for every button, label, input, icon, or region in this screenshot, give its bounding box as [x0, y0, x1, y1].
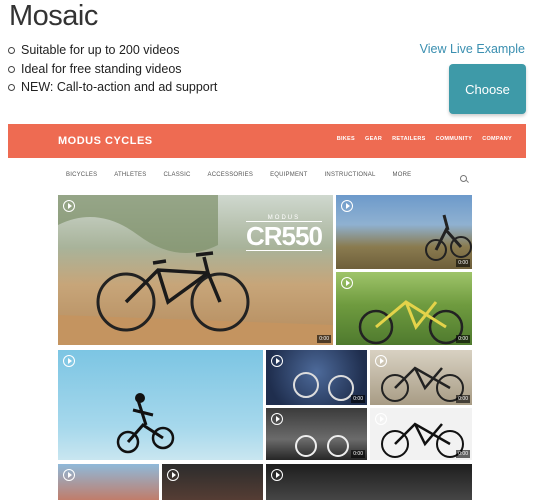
play-icon	[271, 355, 283, 367]
video-duration: 0:00	[456, 335, 470, 343]
preview-nav-item: COMPANY	[482, 136, 512, 142]
preview-sub-nav: BICYCLES ATHLETES CLASSIC ACCESSORIES EQ…	[66, 172, 411, 178]
video-duration: 0:00	[456, 395, 470, 403]
play-icon	[375, 355, 387, 367]
bullet-icon	[8, 47, 15, 54]
video-tile	[58, 464, 159, 500]
page-title: Mosaic	[9, 0, 98, 32]
play-icon	[271, 469, 283, 481]
video-tile: 0:00	[370, 408, 472, 460]
play-icon	[167, 469, 179, 481]
preview-subnav-item: CLASSIC	[163, 172, 191, 178]
video-tile	[58, 350, 263, 460]
bike-illustration	[358, 300, 464, 345]
play-icon	[63, 355, 75, 367]
preview-top-nav: BIKES GEAR RETAILERS COMMUNITY COMPANY	[337, 136, 512, 142]
view-live-example-link[interactable]: View Live Example	[420, 42, 525, 56]
preview-brand: MODUS CYCLES	[58, 135, 153, 147]
template-preview-image: MODUS CYCLES BIKES GEAR RETAILERS COMMUN…	[8, 124, 526, 500]
play-icon	[63, 469, 75, 481]
feature-item: NEW: Call-to-action and ad support	[8, 78, 217, 97]
preview-subnav-item: ATHLETES	[114, 172, 147, 178]
video-duration: 0:00	[456, 450, 470, 458]
video-tile: 0:00	[266, 350, 367, 405]
preview-nav-item: COMMUNITY	[435, 136, 473, 142]
feature-list: Suitable for up to 200 videos Ideal for …	[8, 41, 217, 97]
play-icon	[341, 200, 353, 212]
video-tile	[162, 464, 263, 500]
bike-illustration	[425, 214, 472, 261]
hero-overlay-logo: MODUS CR550	[246, 215, 323, 251]
preview-nav-item: GEAR	[365, 136, 383, 142]
preview-subnav-item: MORE	[392, 172, 412, 178]
choose-button[interactable]: Choose	[449, 64, 526, 114]
preview-header-bar: MODUS CYCLES BIKES GEAR RETAILERS COMMUN…	[8, 124, 526, 158]
bike-illustration	[116, 393, 175, 454]
play-icon	[63, 200, 75, 212]
feature-item: Ideal for free standing videos	[8, 60, 217, 79]
video-tile: 0:00	[266, 408, 367, 460]
feature-item: Suitable for up to 200 videos	[8, 41, 217, 60]
bullet-icon	[8, 65, 15, 73]
preview-nav-item: BIKES	[336, 136, 355, 142]
play-icon	[341, 277, 353, 289]
preview-subnav-item: EQUIPMENT	[270, 172, 308, 178]
preview-nav-item: RETAILERS	[392, 136, 426, 142]
video-duration: 0:00	[456, 259, 470, 267]
video-tile: 0:00	[336, 272, 472, 345]
play-icon	[375, 413, 387, 425]
search-icon	[460, 175, 467, 182]
play-icon	[271, 413, 283, 425]
bullet-icon	[8, 84, 15, 91]
video-tile	[266, 464, 472, 500]
video-duration: 0:00	[351, 450, 365, 458]
video-duration: 0:00	[351, 395, 365, 403]
video-duration: 0:00	[317, 335, 331, 343]
video-tile: 0:00	[336, 195, 472, 269]
preview-subnav-item: BICYCLES	[66, 172, 98, 178]
preview-subnav-item: INSTRUCTIONAL	[324, 172, 376, 178]
video-tile: 0:00	[370, 350, 472, 405]
video-tile-hero: MODUS CR550 0:00	[58, 195, 333, 345]
preview-subnav-item: ACCESSORIES	[207, 172, 254, 178]
